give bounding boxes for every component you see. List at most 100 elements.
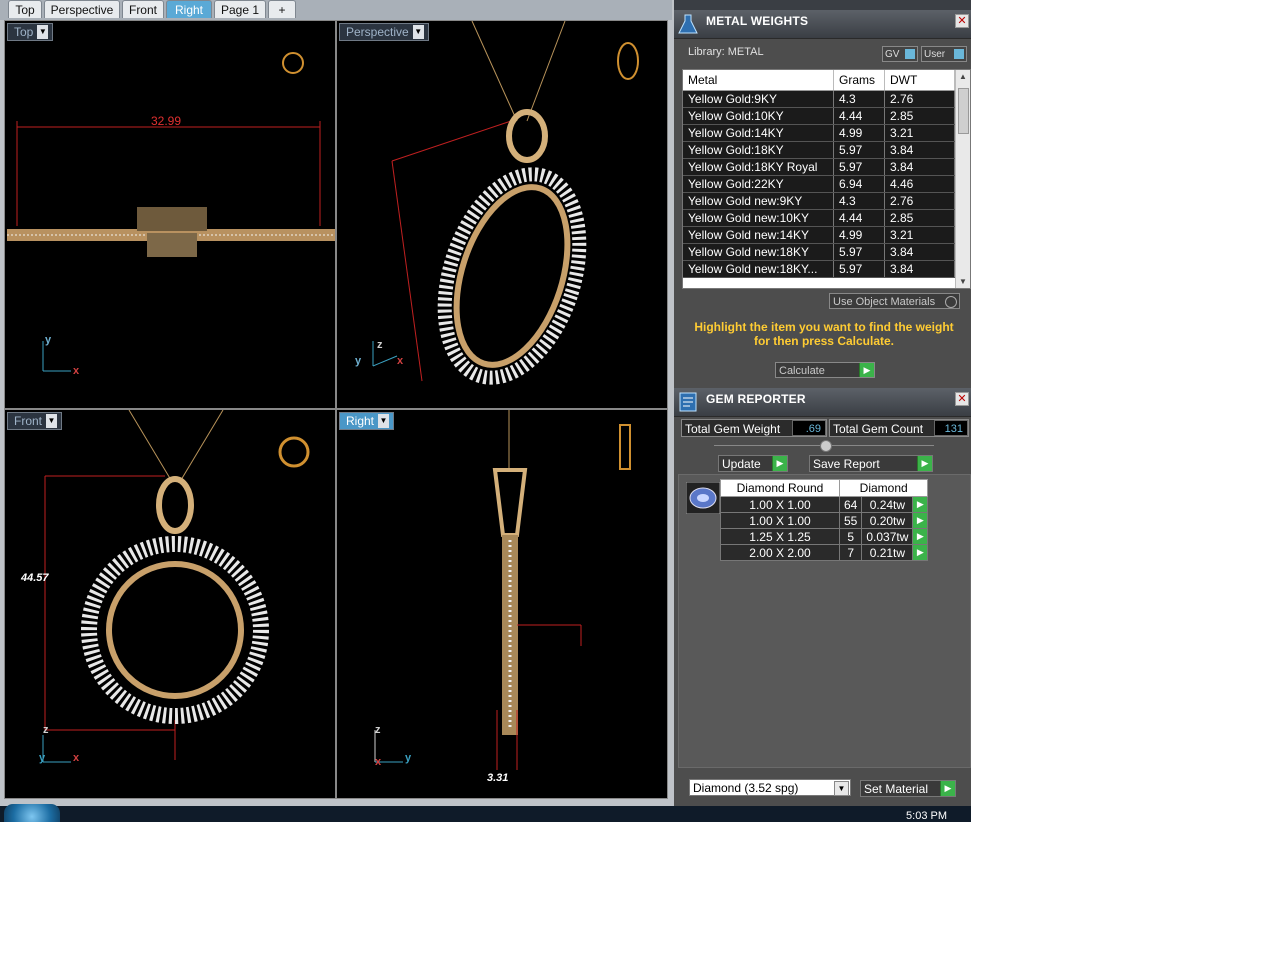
viewport-top-label[interactable]: Top ▼ xyxy=(7,23,54,41)
play-icon: ▶ xyxy=(917,456,932,471)
gem-weight-cell: 0.24tw xyxy=(861,496,914,513)
gem-count-cell: 55 xyxy=(838,512,863,529)
table-row[interactable]: Yellow Gold new:9KY 4.3 2.76 xyxy=(683,192,955,210)
use-object-materials-checkbox[interactable]: Use Object Materials xyxy=(829,293,960,309)
tab-right[interactable]: Right xyxy=(166,0,212,18)
viewport-front[interactable]: Front ▼ 44.57 z y x xyxy=(4,409,336,799)
panel-top-strip xyxy=(674,0,971,10)
update-button[interactable]: Update ▶ xyxy=(718,455,788,472)
gv-label: GV xyxy=(885,49,900,60)
metal-name-cell: Yellow Gold new:18KY xyxy=(683,243,834,261)
chevron-down-icon[interactable]: ▼ xyxy=(46,414,58,428)
gv-toggle[interactable]: GV xyxy=(882,46,918,62)
table-row: 2.00 X 2.00 7 0.21tw ▶ xyxy=(720,544,929,561)
metal-name-cell: Yellow Gold:18KY Royal xyxy=(683,158,834,176)
toggle-icon xyxy=(954,49,964,59)
chevron-down-icon[interactable]: ▼ xyxy=(378,414,390,428)
material-select[interactable]: Diamond (3.52 spg) ▼ xyxy=(689,779,851,796)
tab-page-1[interactable]: Page 1 xyxy=(214,0,266,18)
total-gem-count: Total Gem Count 131 xyxy=(829,419,969,437)
grams-cell: 5.97 xyxy=(833,243,885,261)
column-metal[interactable]: Metal xyxy=(683,70,834,91)
dwt-cell: 3.21 xyxy=(884,226,955,244)
calculate-button[interactable]: Calculate ▶ xyxy=(775,362,875,378)
view-tab-bar: Top Perspective Front Right Page 1 + xyxy=(0,0,672,20)
play-icon[interactable]: ▶ xyxy=(912,528,929,545)
grams-cell: 5.97 xyxy=(833,260,885,278)
grams-cell: 5.97 xyxy=(833,141,885,159)
dwt-cell: 3.84 xyxy=(884,243,955,261)
axis-x-label: x xyxy=(375,756,382,768)
table-row[interactable]: Yellow Gold new:18KY... 5.97 3.84 xyxy=(683,260,955,278)
axis-x-label: x xyxy=(73,752,80,764)
close-icon[interactable]: ✕ xyxy=(955,392,969,406)
add-tab-button[interactable]: + xyxy=(268,0,296,18)
play-icon[interactable]: ▶ xyxy=(912,496,929,513)
close-icon[interactable]: ✕ xyxy=(955,14,969,28)
tab-front[interactable]: Front xyxy=(122,0,164,18)
set-material-label: Set Material xyxy=(864,782,929,796)
dwt-cell: 2.76 xyxy=(884,90,955,108)
metal-table-scrollbar[interactable]: ▲ ▼ xyxy=(955,70,970,288)
user-label: User xyxy=(924,49,946,60)
grams-cell: 4.44 xyxy=(833,209,885,227)
scroll-up-icon[interactable]: ▲ xyxy=(959,72,967,81)
viewport-top[interactable]: Top ▼ 32.99 y x xyxy=(4,20,336,409)
table-row[interactable]: Yellow Gold new:10KY 4.44 2.85 xyxy=(683,209,955,227)
play-icon[interactable]: ▶ xyxy=(912,512,929,529)
viewport-front-label[interactable]: Front ▼ xyxy=(7,412,63,430)
table-row[interactable]: Yellow Gold:10KY 4.44 2.85 xyxy=(683,107,955,125)
table-row[interactable]: Yellow Gold:9KY 4.3 2.76 xyxy=(683,90,955,108)
column-dwt[interactable]: DWT xyxy=(884,70,955,91)
table-row: 1.25 X 1.25 5 0.037tw ▶ xyxy=(720,528,929,545)
save-report-button[interactable]: Save Report ▶ xyxy=(809,455,933,472)
tab-top[interactable]: Top xyxy=(8,0,42,18)
metal-name-cell: Yellow Gold new:10KY xyxy=(683,209,834,227)
axis-y-label: y xyxy=(405,752,412,764)
grams-cell: 6.94 xyxy=(833,175,885,193)
tab-perspective[interactable]: Perspective xyxy=(44,0,120,18)
metal-table[interactable]: Metal Grams DWT Yellow Gold:9KY 4.3 2.76 Ye… xyxy=(682,69,971,289)
table-row[interactable]: Yellow Gold new:18KY 5.97 3.84 xyxy=(683,243,955,261)
dwt-cell: 2.76 xyxy=(884,192,955,210)
scroll-thumb[interactable] xyxy=(958,88,969,134)
axis-x-label: x xyxy=(397,355,404,367)
update-label: Update xyxy=(722,457,761,471)
table-row[interactable]: Yellow Gold:14KY 4.99 3.21 xyxy=(683,124,955,142)
viewport-right-label[interactable]: Right ▼ xyxy=(339,412,395,430)
dwt-cell: 4.46 xyxy=(884,175,955,193)
top-view-model xyxy=(7,52,335,372)
play-icon[interactable]: ▶ xyxy=(912,544,929,561)
metal-name-cell: Yellow Gold:14KY xyxy=(683,124,834,142)
scroll-down-icon[interactable]: ▼ xyxy=(959,277,967,286)
slider-handle[interactable] xyxy=(820,440,832,452)
table-row: 1.00 X 1.00 64 0.24tw ▶ xyxy=(720,496,929,513)
total-gem-weight-label: Total Gem Weight xyxy=(685,422,781,436)
viewport-right[interactable]: Right ▼ 3.31 z x y xyxy=(336,409,668,799)
gem-weight-cell: 0.21tw xyxy=(861,544,914,561)
set-material-button[interactable]: Set Material ▶ xyxy=(860,780,956,797)
start-button[interactable] xyxy=(4,804,60,822)
dwt-cell: 2.85 xyxy=(884,107,955,125)
viewport-perspective[interactable]: Perspective ▼ y x z xyxy=(336,20,668,409)
viewport-perspective-label[interactable]: Perspective ▼ xyxy=(339,23,429,41)
right-dimension: 3.31 xyxy=(487,772,509,784)
user-toggle[interactable]: User xyxy=(921,46,967,62)
column-grams[interactable]: Grams xyxy=(833,70,885,91)
chevron-down-icon[interactable]: ▼ xyxy=(834,781,849,796)
chevron-down-icon[interactable]: ▼ xyxy=(412,25,424,39)
table-row[interactable]: Yellow Gold:18KY 5.97 3.84 xyxy=(683,141,955,159)
axis-z-label: z xyxy=(375,724,381,736)
chevron-down-icon[interactable]: ▼ xyxy=(37,25,49,39)
table-row[interactable]: Yellow Gold:18KY Royal 5.97 3.84 xyxy=(683,158,955,176)
gem-weight-cell: 0.037tw xyxy=(861,528,914,545)
gem-count-cell: 5 xyxy=(838,528,863,545)
axis-x-label: x xyxy=(73,365,80,377)
axis-y-label: y xyxy=(355,355,362,367)
table-row[interactable]: Yellow Gold new:14KY 4.99 3.21 xyxy=(683,226,955,244)
top-dimension: 32.99 xyxy=(151,114,182,128)
grams-cell: 4.99 xyxy=(833,124,885,142)
use-object-materials-label: Use Object Materials xyxy=(833,296,936,308)
table-row[interactable]: Yellow Gold:22KY 6.94 4.46 xyxy=(683,175,955,193)
front-view-model xyxy=(42,410,310,763)
